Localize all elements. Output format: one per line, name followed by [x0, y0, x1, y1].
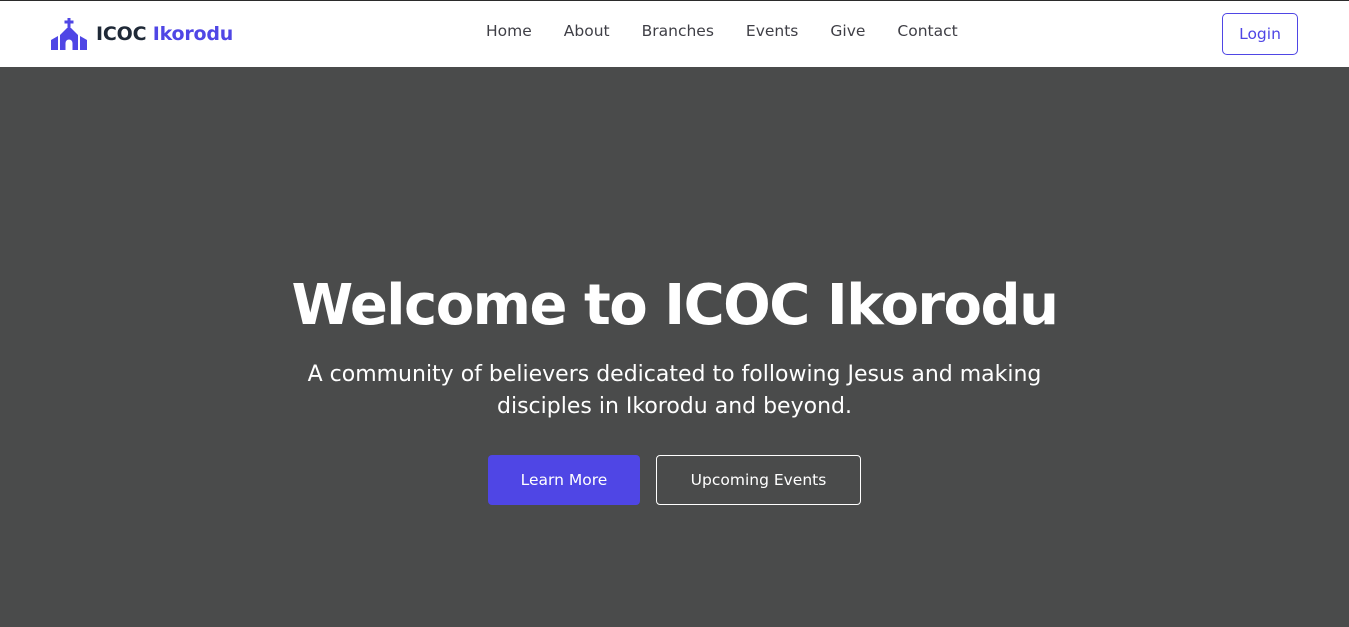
navbar: ICOC Ikorodu Home About Branches Events … [0, 1, 1349, 67]
learn-more-button[interactable]: Learn More [488, 455, 640, 505]
brand-name-accent: Ikorodu [152, 23, 234, 45]
hero-section: Welcome to ICOC Ikorodu A community of b… [0, 67, 1349, 627]
nav-link-branches[interactable]: Branches [642, 22, 714, 40]
nav-link-about[interactable]: About [564, 22, 610, 40]
brand-name-primary: ICOC [96, 23, 147, 45]
brand-name: ICOC Ikorodu [96, 23, 233, 45]
main-nav: Home About Branches Events Give Contact [486, 22, 958, 40]
nav-link-contact[interactable]: Contact [897, 22, 957, 40]
nav-link-give[interactable]: Give [830, 22, 865, 40]
brand-logo-link[interactable]: ICOC Ikorodu [50, 17, 233, 51]
hero-title: Welcome to ICOC Ikorodu [291, 273, 1059, 338]
nav-link-home[interactable]: Home [486, 22, 532, 40]
upcoming-events-button[interactable]: Upcoming Events [656, 455, 861, 505]
hero-subtitle: A community of believers dedicated to fo… [307, 362, 1042, 419]
login-button[interactable]: Login [1222, 13, 1298, 55]
nav-link-events[interactable]: Events [746, 22, 798, 40]
church-icon [50, 18, 88, 50]
